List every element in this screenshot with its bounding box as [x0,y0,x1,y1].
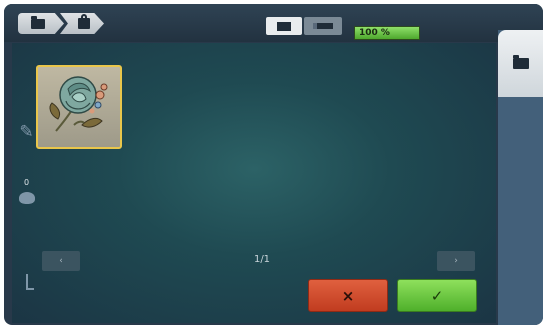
embroidery-machine-icon [78,14,90,29]
screen: 100 % ‹ 1/1 › × ✓ ✎ 0 [4,4,543,325]
list-view-icon [313,23,333,29]
top-bar: 100 % [4,4,543,42]
cancel-button[interactable]: × [308,279,388,312]
breadcrumb-folder[interactable] [18,13,64,34]
design-browser: ‹ 1/1 › × ✓ [12,43,496,323]
sidebar-tab-stitch[interactable] [4,274,49,290]
palette-icon: 0 [18,178,35,204]
page-indicator: 1/1 [253,254,271,265]
breadcrumb-machine[interactable] [60,13,104,34]
view-toggle-list[interactable] [304,17,342,35]
sidebar-folder-icon [512,55,529,69]
confirm-button[interactable]: ✓ [397,279,477,312]
previous-page-button[interactable]: ‹ [42,251,80,271]
zoom-indicator[interactable]: 100 % [354,26,420,40]
folder-icon [31,15,45,29]
next-page-button[interactable]: › [437,251,475,271]
rose-embroidery-icon [49,76,108,132]
needle-icon [25,274,34,290]
single-view-icon [277,21,291,31]
palette-badge: 0 [23,178,30,187]
pencil-icon: ✎ [19,122,34,142]
sidebar-tab-folder[interactable] [498,30,543,97]
sidebar-tab-edit[interactable]: ✎ [4,122,49,142]
view-toggle-single[interactable] [266,17,302,35]
sidebar-tab-color[interactable]: 0 [4,178,49,204]
